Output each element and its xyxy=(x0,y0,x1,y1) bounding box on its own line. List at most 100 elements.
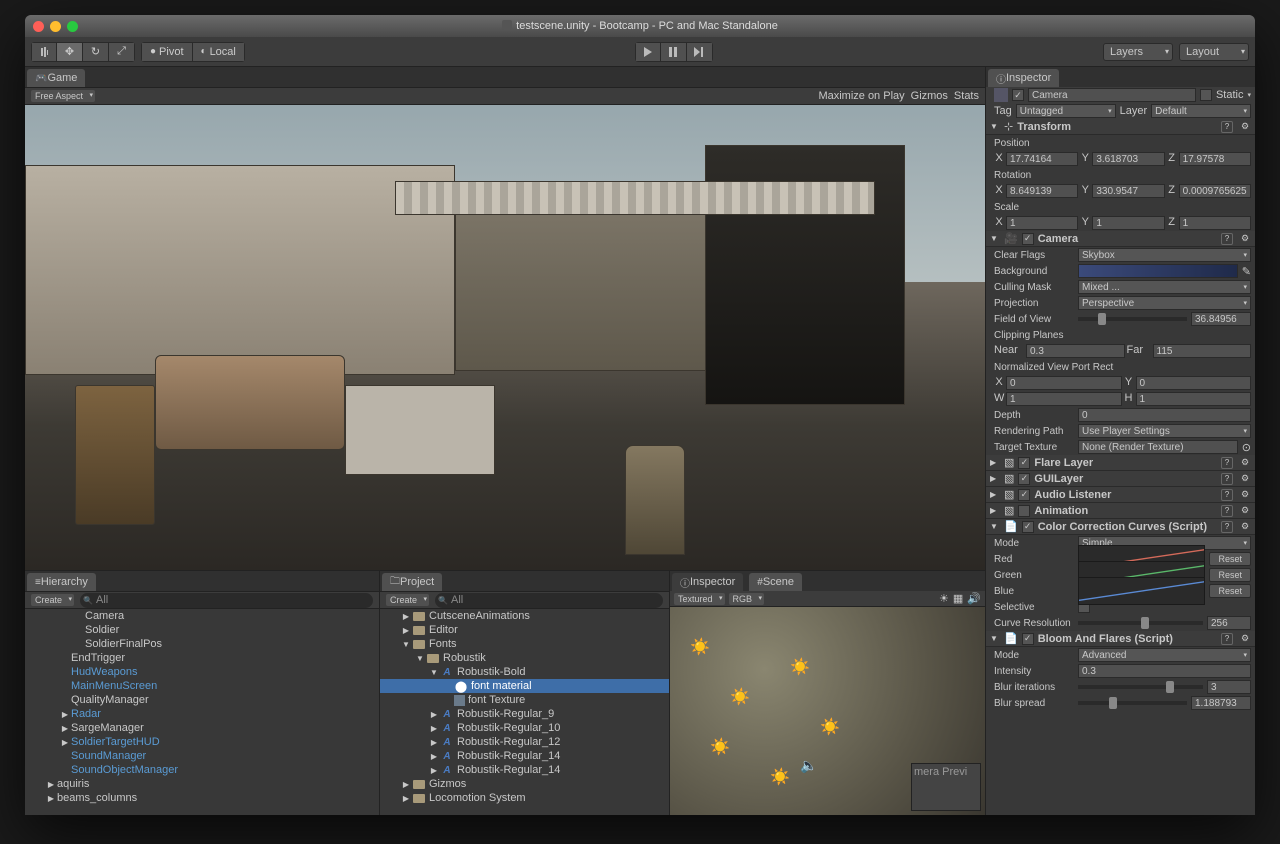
near-input[interactable]: 0.3 xyxy=(1026,344,1125,358)
project-item[interactable]: ▶CutsceneAnimations xyxy=(380,609,669,623)
pause-button[interactable] xyxy=(661,42,687,62)
static-checkbox[interactable] xyxy=(1200,89,1212,101)
blue-curve[interactable] xyxy=(1078,577,1205,605)
gear-icon[interactable]: ⚙ xyxy=(1239,233,1251,245)
curve-res-input[interactable]: 256 xyxy=(1207,616,1251,630)
aspect-dropdown[interactable]: Free Aspect xyxy=(31,90,95,102)
project-item[interactable]: ▶ARobustik-Regular_9 xyxy=(380,707,669,721)
blur-spread-input[interactable]: 1.188793 xyxy=(1191,696,1251,710)
help-icon[interactable]: ? xyxy=(1221,633,1233,645)
projection-dropdown[interactable]: Perspective xyxy=(1078,296,1251,310)
pos-y-input[interactable]: 3.618703 xyxy=(1092,152,1164,166)
camera-enable-checkbox[interactable] xyxy=(1022,233,1034,245)
project-item[interactable]: ▼Robustik xyxy=(380,651,669,665)
hierarchy-item[interactable]: SoldierFinalPos xyxy=(25,637,379,651)
project-item[interactable]: ▶Locomotion System xyxy=(380,791,669,805)
project-item[interactable]: ▶Editor xyxy=(380,623,669,637)
component-header[interactable]: ▶▧GUILayer?⚙ xyxy=(986,471,1255,487)
gear-icon[interactable]: ⚙ xyxy=(1239,473,1251,485)
hierarchy-item[interactable]: QualityManager xyxy=(25,693,379,707)
help-icon[interactable]: ? xyxy=(1221,473,1233,485)
bloom-header[interactable]: ▼📄Bloom And Flares (Script)?⚙ xyxy=(986,631,1255,647)
layout-dropdown[interactable]: Layout xyxy=(1179,43,1249,61)
pos-x-input[interactable]: 17.74164 xyxy=(1006,152,1078,166)
hierarchy-item[interactable]: EndTrigger xyxy=(25,651,379,665)
color-correction-header[interactable]: ▼📄Color Correction Curves (Script)?⚙ xyxy=(986,519,1255,535)
help-icon[interactable]: ? xyxy=(1221,489,1233,501)
transform-header[interactable]: ▼⊹Transform?⚙ xyxy=(986,119,1255,135)
gear-icon[interactable]: ⚙ xyxy=(1239,457,1251,469)
gear-icon[interactable]: ⚙ xyxy=(1239,121,1251,133)
hierarchy-item[interactable]: MainMenuScreen xyxy=(25,679,379,693)
gear-icon[interactable]: ⚙ xyxy=(1239,489,1251,501)
object-name-input[interactable]: Camera xyxy=(1028,88,1196,102)
vp-w-input[interactable]: 1 xyxy=(1006,392,1122,406)
project-item[interactable]: ▶ARobustik-Regular_14 xyxy=(380,749,669,763)
hierarchy-item[interactable]: ▶beams_columns xyxy=(25,791,379,805)
vp-y-input[interactable]: 0 xyxy=(1136,376,1252,390)
vp-x-input[interactable]: 0 xyxy=(1006,376,1122,390)
help-icon[interactable]: ? xyxy=(1221,121,1233,133)
help-icon[interactable]: ? xyxy=(1221,521,1233,533)
project-item[interactable]: ▶ARobustik-Regular_14 xyxy=(380,763,669,777)
hierarchy-item[interactable]: Camera xyxy=(25,609,379,623)
help-icon[interactable]: ? xyxy=(1221,505,1233,517)
scale-tool-button[interactable]: ⤢ xyxy=(109,42,135,62)
light-icon[interactable]: ☀ xyxy=(939,592,949,605)
scale-y-input[interactable]: 1 xyxy=(1092,216,1164,230)
blur-iter-input[interactable]: 3 xyxy=(1207,680,1251,694)
curve-res-slider[interactable] xyxy=(1078,621,1203,625)
game-tab[interactable]: 🎮 Game xyxy=(27,69,85,87)
hierarchy-tree[interactable]: CameraSoldierSoldierFinalPosEndTriggerHu… xyxy=(25,609,379,815)
play-button[interactable] xyxy=(635,42,661,62)
move-tool-button[interactable]: ✥ xyxy=(57,42,83,62)
culling-mask-dropdown[interactable]: Mixed ... xyxy=(1078,280,1251,294)
layer-dropdown[interactable]: Default xyxy=(1151,104,1251,118)
reset-green-button[interactable]: Reset xyxy=(1209,568,1251,582)
hierarchy-item[interactable]: Soldier xyxy=(25,623,379,637)
inspector-tab[interactable]: ⓘ Inspector xyxy=(988,69,1059,87)
project-item[interactable]: font Texture xyxy=(380,693,669,707)
component-enable-checkbox[interactable] xyxy=(1018,505,1030,517)
project-create-dropdown[interactable]: Create xyxy=(386,594,429,606)
gizmos-toggle[interactable]: Gizmos xyxy=(911,90,948,102)
intensity-input[interactable]: 0.3 xyxy=(1078,664,1251,678)
pos-z-input[interactable]: 17.97578 xyxy=(1179,152,1251,166)
hierarchy-item[interactable]: SoundObjectManager xyxy=(25,763,379,777)
hierarchy-tab[interactable]: ≡ Hierarchy xyxy=(27,573,96,591)
component-header[interactable]: ▶▧Audio Listener?⚙ xyxy=(986,487,1255,503)
audio-icon[interactable]: 🔊 xyxy=(967,592,981,605)
hierarchy-create-dropdown[interactable]: Create xyxy=(31,594,74,606)
component-enable-checkbox[interactable] xyxy=(1018,473,1030,485)
reset-red-button[interactable]: Reset xyxy=(1209,552,1251,566)
tag-dropdown[interactable]: Untagged xyxy=(1016,104,1116,118)
gear-icon[interactable]: ⚙ xyxy=(1239,521,1251,533)
hierarchy-item[interactable]: ▶aquiris xyxy=(25,777,379,791)
project-item[interactable]: ⬤font material xyxy=(380,679,669,693)
hierarchy-item[interactable]: ▶SargeManager xyxy=(25,721,379,735)
help-icon[interactable]: ? xyxy=(1221,457,1233,469)
component-header[interactable]: ▶▧Animation?⚙ xyxy=(986,503,1255,519)
stats-toggle[interactable]: Stats xyxy=(954,90,979,102)
scene-shading-dropdown[interactable]: Textured xyxy=(674,593,725,605)
active-checkbox[interactable] xyxy=(1012,89,1024,101)
component-enable-checkbox[interactable] xyxy=(1018,457,1030,469)
object-picker-icon[interactable]: ⊙ xyxy=(1242,441,1251,454)
rotate-tool-button[interactable]: ↻ xyxy=(83,42,109,62)
camera-header[interactable]: ▼🎥Camera?⚙ xyxy=(986,231,1255,247)
bloom-enable-checkbox[interactable] xyxy=(1022,633,1034,645)
project-tree[interactable]: ▶CutsceneAnimations▶Editor▼Fonts▼Robusti… xyxy=(380,609,669,815)
scene-tab[interactable]: # Scene xyxy=(749,573,802,591)
project-tab[interactable]: 🗀 Project xyxy=(382,573,442,591)
rot-z-input[interactable]: 0.0009765625 xyxy=(1179,184,1251,198)
background-color-picker[interactable] xyxy=(1078,264,1238,278)
project-item[interactable]: ▼Fonts xyxy=(380,637,669,651)
gear-icon[interactable]: ⚙ xyxy=(1239,633,1251,645)
rendering-path-dropdown[interactable]: Use Player Settings xyxy=(1078,424,1251,438)
hierarchy-item[interactable]: HudWeapons xyxy=(25,665,379,679)
fx-icon[interactable]: ▦ xyxy=(953,592,963,605)
component-header[interactable]: ▶▧Flare Layer?⚙ xyxy=(986,455,1255,471)
project-search-input[interactable]: All xyxy=(435,593,663,608)
vp-h-input[interactable]: 1 xyxy=(1136,392,1252,406)
fov-slider[interactable] xyxy=(1078,317,1187,321)
